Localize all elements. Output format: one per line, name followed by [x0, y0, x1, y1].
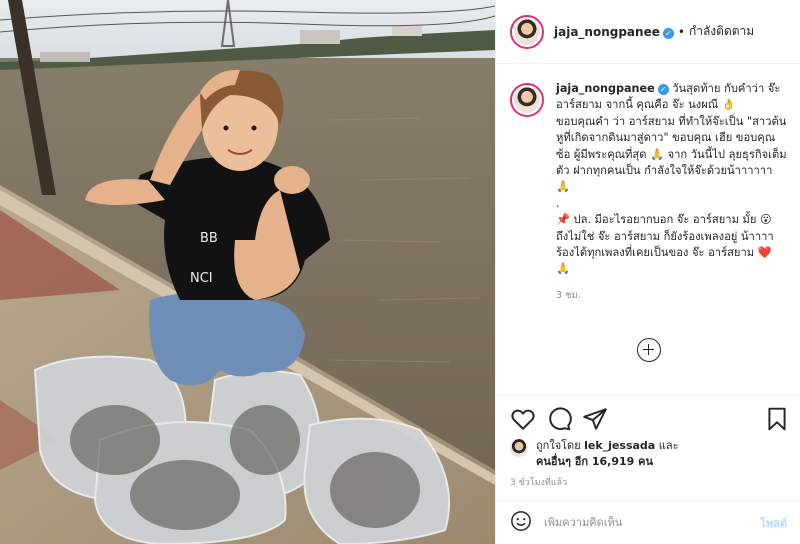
post-details-panel: jaja_nongpanee ✓ • กำลังติดตาม jaja_nongp… [495, 0, 800, 544]
caption-text: jaja_nongpanee ✓ วันสุดท้าย กับคำว่า จ๊ะ … [556, 81, 788, 278]
caption-line: 📌 ปล. มีอะไรอยากบอก จ๊ะ อาร์สยาม มั้ย 😮 [556, 213, 772, 227]
post-caption: jaja_nongpanee ✓ วันสุดท้าย กับคำว่า จ๊ะ … [496, 65, 800, 278]
comment-icon[interactable] [546, 406, 572, 432]
following-button[interactable]: กำลังติดตาม [689, 22, 754, 41]
caption-line: . [556, 196, 560, 210]
likes-and: และ [658, 439, 679, 452]
heart-icon[interactable] [510, 406, 536, 432]
likes-count-link[interactable]: คนอื่นๆ อีก 16,919 คน [536, 455, 653, 468]
author-avatar[interactable] [510, 14, 544, 49]
liker-username[interactable]: lek_jessada [584, 439, 655, 452]
bookmark-icon[interactable] [764, 406, 790, 432]
caption-author-avatar[interactable] [510, 83, 544, 117]
comment-input[interactable] [544, 516, 734, 529]
action-bar [496, 395, 800, 441]
post-comment-button[interactable]: โพสต์ [760, 514, 787, 532]
paper-plane-icon[interactable] [582, 406, 608, 432]
caption-line: jaja_nongpanee ✓ วันสุดท้าย กับคำว่า จ๊ะ … [556, 81, 788, 114]
comment-form: โพสต์ [496, 500, 800, 544]
verified-badge-icon: ✓ [662, 27, 674, 39]
svg-text:NCI: NCI [190, 271, 213, 286]
caption-time: 3 ชม. [556, 289, 581, 301]
author-username[interactable]: jaja_nongpanee ✓ [554, 25, 674, 39]
photo-illustration: BB NCI [0, 0, 495, 544]
caption-line: ถึงไม่ใช่ จ๊ะ อาร์สยาม ก็ยังร้องเพลงอยู่… [556, 229, 774, 276]
likes-summary: ถูกใจโดย lek_jessada และ คนอื่นๆ อีก 16,… [510, 438, 678, 470]
comments-area[interactable]: jaja_nongpanee ✓ วันสุดท้าย กับคำว่า จ๊ะ … [496, 65, 800, 395]
likes-prefix: ถูกใจโดย [536, 439, 581, 452]
likes-text: ถูกใจโดย lek_jessada และ คนอื่นๆ อีก 16,… [536, 438, 678, 470]
caption-author-username[interactable]: jaja_nongpanee ✓ [556, 82, 669, 95]
plus-circle-icon[interactable] [637, 338, 661, 362]
liker-avatar[interactable] [510, 439, 528, 457]
verified-badge-icon: ✓ [657, 84, 669, 95]
svg-text:BB: BB [200, 231, 218, 246]
caption-line: ขอบคุณคำ ว่า อาร์สยาม ที่ทำให้จ๊ะเป็น "ส… [556, 114, 787, 194]
post-header: jaja_nongpanee ✓ • กำลังติดตาม [496, 0, 800, 64]
smiley-icon[interactable] [510, 510, 532, 536]
separator-dot: • [677, 24, 685, 39]
caption-author-username-text[interactable]: jaja_nongpanee [556, 82, 655, 95]
author-username-text[interactable]: jaja_nongpanee [554, 25, 660, 39]
post-photo[interactable]: BB NCI [0, 0, 495, 544]
post-timestamp[interactable]: 3 ชั่วโมงที่แล้ว [510, 475, 567, 489]
